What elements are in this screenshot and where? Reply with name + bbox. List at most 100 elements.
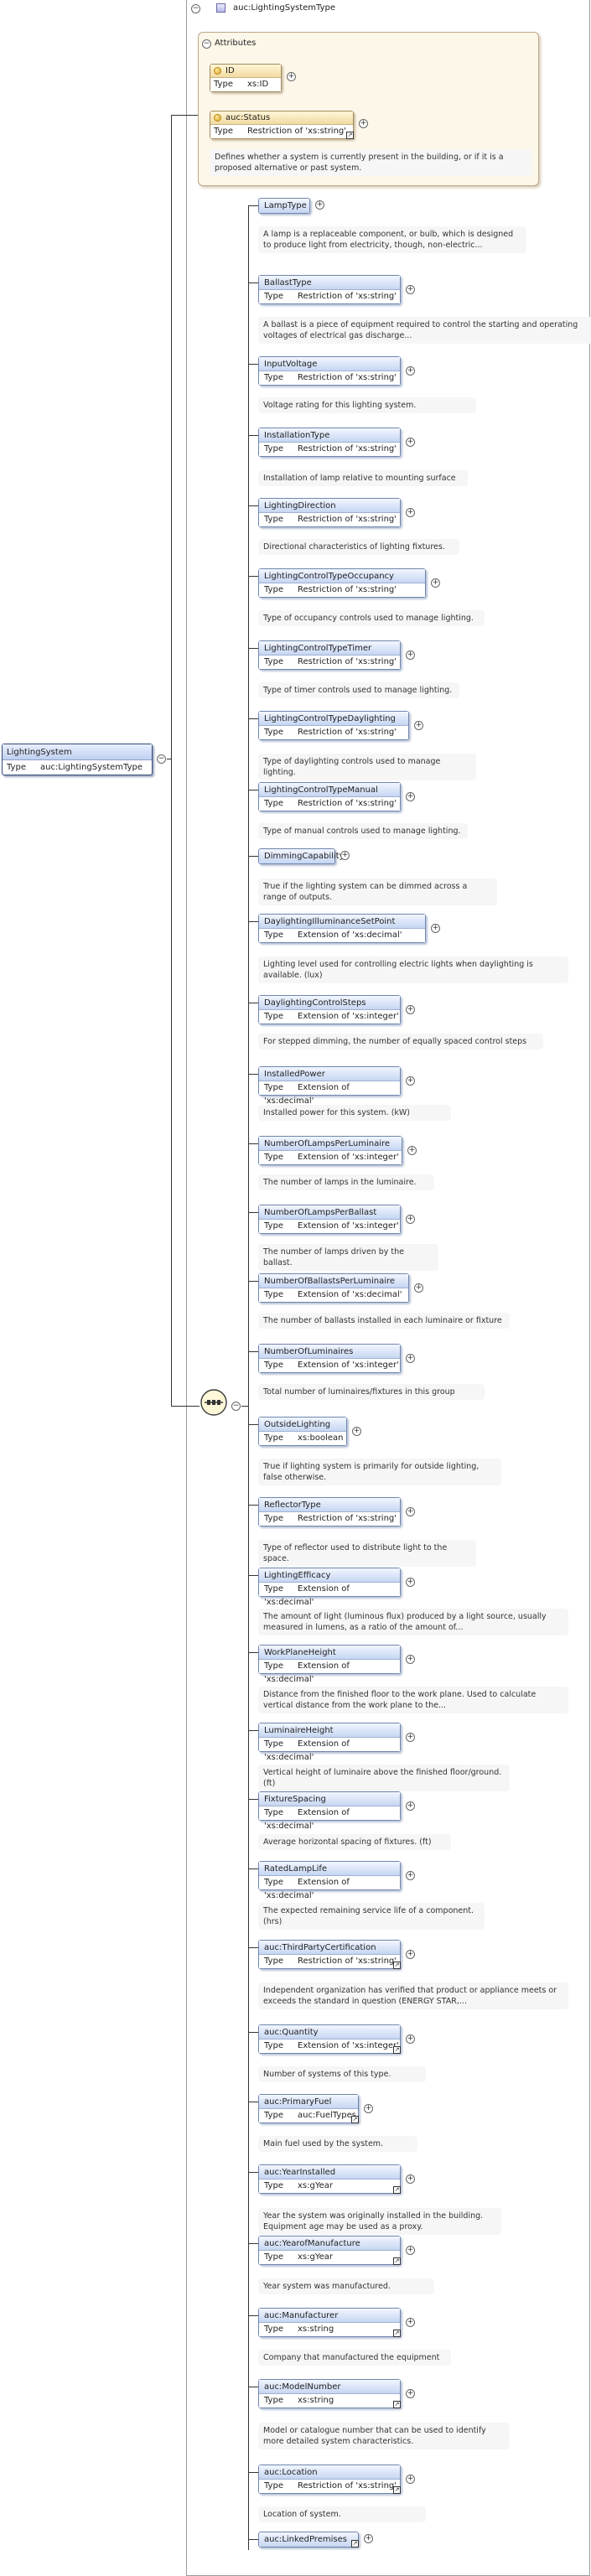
element-expand-toggle[interactable]: + — [406, 2246, 415, 2255]
reference-link-icon[interactable]: ↗ — [351, 2540, 359, 2547]
type-label: Type — [264, 930, 283, 940]
element-number-of-lamps-per-ballast[interactable]: NumberOfLampsPerBallast Type Extension of … — [258, 1205, 401, 1234]
element-expand-toggle[interactable]: + — [315, 200, 324, 210]
reference-link-icon[interactable]: ↗ — [393, 2186, 401, 2194]
element-expand-toggle[interactable]: + — [406, 2318, 415, 2327]
root-expand-toggle[interactable]: − — [157, 754, 166, 764]
element-lighting-control-type-daylighting[interactable]: LightingControlTypeDaylighting Type Restri… — [258, 711, 409, 740]
reference-link-icon[interactable]: ↗ — [393, 2046, 401, 2054]
element-lighting-control-type-manual[interactable]: LightingControlTypeManual Type Restriction… — [258, 782, 401, 811]
element-expand-toggle[interactable]: + — [406, 285, 415, 294]
element-installation-type[interactable]: InstallationType Type Restriction of 'xs:s… — [258, 428, 401, 457]
attribute-id[interactable]: ID Type xs:ID — [210, 64, 282, 92]
element-expand-toggle[interactable]: + — [431, 578, 440, 588]
element-expand-toggle[interactable]: + — [406, 1733, 415, 1742]
element-expand-toggle[interactable]: + — [406, 1655, 415, 1664]
element-expand-toggle[interactable]: + — [406, 1215, 415, 1224]
type-value: Restriction of 'xs:string' — [298, 1514, 397, 1523]
element-expand-toggle[interactable]: + — [364, 2104, 373, 2113]
element-expand-toggle[interactable]: + — [406, 1578, 415, 1587]
element-expand-toggle[interactable]: + — [364, 2534, 373, 2543]
attributes-icon — [205, 39, 213, 48]
element-primary-fuel[interactable]: auc:PrimaryFuel Type auc:FuelTypes ↗ — [258, 2094, 359, 2123]
element-manufacturer[interactable]: auc:Manufacturer Type xs:string ↗ — [258, 2308, 401, 2337]
element-lamp-type[interactable]: LampType — [258, 198, 310, 214]
type-label: Type — [264, 1290, 283, 1299]
type-label: Type — [7, 763, 26, 772]
element-reflector-type[interactable]: ReflectorType Type Restriction of 'xs:stri… — [258, 1497, 401, 1526]
element-location[interactable]: auc:Location Type Restriction of 'xs:strin… — [258, 2465, 401, 2494]
element-number-of-luminaires[interactable]: NumberOfLuminaires Type Extension of 'xs:i… — [258, 1344, 401, 1373]
element-expand-toggle[interactable]: + — [406, 2475, 415, 2484]
element-ballast-type[interactable]: BallastType Type Restriction of 'xs:string… — [258, 275, 401, 304]
element-number-of-ballasts-per-luminaire[interactable]: NumberOfBallastsPerLuminaire Type Extensio… — [258, 1273, 409, 1303]
attribute-expand-toggle[interactable]: + — [359, 119, 368, 128]
element-quantity[interactable]: auc:Quantity Type Extension of 'xs:integer… — [258, 2024, 401, 2054]
collapse-type-toggle[interactable]: − — [191, 4, 200, 13]
element-expand-toggle[interactable]: + — [406, 2389, 415, 2398]
element-type: Type Extension of 'xs:decimal' — [259, 1876, 400, 1900]
type-label: Type — [264, 1361, 283, 1370]
element-connector — [248, 1074, 258, 1075]
element-expand-toggle[interactable]: + — [406, 1507, 415, 1516]
element-input-voltage[interactable]: InputVoltage Type Restriction of 'xs:strin… — [258, 356, 401, 386]
element-year-installed[interactable]: auc:YearInstalled Type xs:gYear ↗ — [258, 2164, 401, 2194]
element-third-party-certification[interactable]: auc:ThirdPartyCertification Type Restricti… — [258, 1940, 401, 1969]
element-expand-toggle[interactable]: + — [414, 721, 423, 730]
element-number-of-lamps-per-luminaire[interactable]: NumberOfLampsPerLuminaire Type Extension o… — [258, 1136, 402, 1165]
sequence-compositor-icon[interactable] — [200, 1388, 228, 1417]
element-expand-toggle[interactable]: + — [406, 366, 415, 376]
element-expand-toggle[interactable]: + — [406, 2174, 415, 2184]
element-work-plane-height[interactable]: WorkPlaneHeight Type Extension of 'xs:deci… — [258, 1645, 401, 1684]
element-expand-toggle[interactable]: + — [406, 1871, 415, 1880]
element-expand-toggle[interactable]: + — [406, 650, 415, 660]
element-type: Type Restriction of 'xs:string' — [259, 2480, 400, 2493]
element-lighting-direction[interactable]: LightingDirection Type Restriction of 'xs:… — [258, 498, 401, 527]
attribute-status[interactable]: auc:Status Type Restriction of 'xs:string'… — [210, 111, 354, 139]
element-expand-toggle[interactable]: + — [414, 1283, 423, 1293]
element-expand-toggle[interactable]: + — [352, 1427, 361, 1436]
reference-link-icon[interactable]: ↗ — [393, 1962, 401, 1969]
element-expand-toggle[interactable]: + — [406, 1801, 415, 1811]
element-name: InstallationType — [259, 428, 400, 443]
reference-link-icon[interactable]: ↗ — [393, 2486, 401, 2494]
element-dimming-capability[interactable]: DimmingCapability — [258, 848, 345, 864]
root-element-lightingsystem[interactable]: LightingSystem Type auc:LightingSystemTyp… — [2, 744, 153, 775]
attribute-documentation: Defines whether a system is currently pr… — [210, 149, 532, 176]
element-daylighting-illuminance-set-point[interactable]: DaylightingIlluminanceSetPoint Type Extens… — [258, 914, 426, 943]
reference-link-icon[interactable]: ↗ — [393, 2257, 401, 2265]
reference-link-icon[interactable]: ↗ — [351, 2116, 359, 2123]
element-installed-power[interactable]: InstalledPower Type Extension of 'xs:decim… — [258, 1066, 401, 1106]
element-expand-toggle[interactable]: + — [406, 1076, 415, 1086]
element-lighting-control-type-occupancy[interactable]: LightingControlTypeOccupancy Type Restrict… — [258, 568, 426, 598]
element-expand-toggle[interactable]: + — [406, 2034, 415, 2044]
element-fixture-spacing[interactable]: FixtureSpacing Type Extension of 'xs:decim… — [258, 1791, 401, 1831]
sequence-toggle[interactable]: − — [231, 1402, 241, 1411]
element-expand-toggle[interactable]: + — [406, 1005, 415, 1014]
element-lighting-control-type-timer[interactable]: LightingControlTypeTimer Type Restriction … — [258, 640, 401, 670]
element-rated-lamp-life[interactable]: RatedLampLife Type Extension of 'xs:decima… — [258, 1861, 401, 1900]
element-expand-toggle[interactable]: + — [406, 508, 415, 517]
element-outside-lighting[interactable]: OutsideLighting Type xs:boolean — [258, 1417, 347, 1446]
element-model-number[interactable]: auc:ModelNumber Type xs:string ↗ — [258, 2379, 401, 2408]
element-expand-toggle[interactable]: + — [406, 1354, 415, 1363]
element-expand-toggle[interactable]: + — [406, 1950, 415, 1959]
element-daylighting-control-steps[interactable]: DaylightingControlSteps Type Extension of … — [258, 995, 401, 1024]
attribute-expand-toggle[interactable]: + — [287, 72, 296, 81]
reference-link-icon[interactable]: ↗ — [393, 2330, 401, 2337]
element-expand-toggle[interactable]: + — [407, 1146, 417, 1155]
reference-link-icon[interactable]: ↗ — [346, 132, 354, 139]
type-label: Type — [264, 2181, 283, 2190]
element-linked-premises[interactable]: auc:LinkedPremises ↗ — [258, 2532, 359, 2547]
element-documentation: Vertical height of luminaire above the f… — [258, 1765, 510, 1791]
element-expand-toggle[interactable]: + — [406, 792, 415, 801]
element-expand-toggle[interactable]: + — [406, 438, 415, 447]
element-expand-toggle[interactable]: + — [431, 924, 440, 933]
element-type: Type Extension of 'xs:decimal' — [259, 929, 425, 942]
element-expand-toggle[interactable]: + — [340, 851, 350, 860]
element-yearof-manufacture[interactable]: auc:YearofManufacture Type xs:gYear ↗ — [258, 2236, 401, 2265]
element-lighting-efficacy[interactable]: LightingEfficacy Type Extension of 'xs:dec… — [258, 1568, 401, 1607]
reference-link-icon[interactable]: ↗ — [393, 2401, 401, 2408]
element-luminaire-height[interactable]: LuminaireHeight Type Extension of 'xs:deci… — [258, 1723, 401, 1762]
element-type: Type Extension of 'xs:decimal' — [259, 1660, 400, 1684]
